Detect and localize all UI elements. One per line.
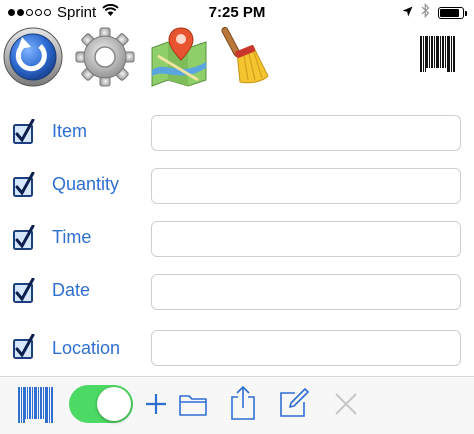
location-label: Location <box>52 338 121 358</box>
quantity-input[interactable] <box>151 168 461 204</box>
time-label: Time <box>52 227 92 247</box>
settings-button[interactable] <box>74 26 136 88</box>
map-button[interactable] <box>148 26 210 88</box>
form-row-time: Time <box>0 221 474 261</box>
folder-icon <box>179 395 207 416</box>
barcode-mode-button[interactable] <box>16 383 58 434</box>
edit-icon <box>280 388 309 417</box>
sync-icon <box>3 27 63 87</box>
bottom-toolbar <box>0 376 474 434</box>
bluetooth-icon <box>421 2 430 22</box>
date-label: Date <box>52 280 91 300</box>
mode-toggle-switch[interactable] <box>69 385 133 423</box>
quantity-checkbox[interactable] <box>13 171 35 197</box>
plus-icon <box>146 394 166 414</box>
checkbox-checked-icon <box>13 333 35 359</box>
item-checkbox[interactable] <box>13 118 35 144</box>
form-row-quantity: Quantity <box>0 168 474 208</box>
edit-button[interactable] <box>278 387 310 424</box>
sync-button[interactable] <box>2 26 64 88</box>
location-checkbox[interactable] <box>13 333 35 359</box>
date-input[interactable] <box>151 274 461 310</box>
time-checkbox[interactable] <box>13 224 35 250</box>
form-row-date: Date <box>0 274 474 314</box>
toggle-knob <box>97 387 131 421</box>
app-screen: Sprint 7:25 PM Item Quantity Time Date L… <box>0 0 474 434</box>
checkbox-checked-icon <box>13 277 35 303</box>
barcode-icon <box>420 36 455 73</box>
barcode-icon <box>18 387 53 424</box>
share-icon <box>231 385 255 420</box>
location-arrow-icon <box>402 4 413 21</box>
add-button[interactable] <box>143 390 169 423</box>
time-input[interactable] <box>151 221 461 257</box>
item-input[interactable] <box>151 115 461 151</box>
status-bar: Sprint 7:25 PM <box>0 0 474 26</box>
status-right <box>402 2 467 22</box>
battery-icon <box>438 6 467 19</box>
delete-button[interactable] <box>333 391 359 422</box>
quantity-label: Quantity <box>52 174 120 194</box>
top-toolbar <box>0 26 474 90</box>
close-icon <box>335 393 357 415</box>
checkbox-checked-icon <box>13 171 35 197</box>
form-row-item: Item <box>0 115 474 155</box>
broom-icon <box>221 27 269 84</box>
gear-icon <box>75 27 135 87</box>
scan-barcode-button[interactable] <box>412 26 462 88</box>
checkbox-checked-icon <box>13 224 35 250</box>
map-icon <box>151 27 207 87</box>
location-input[interactable] <box>151 330 461 366</box>
date-checkbox[interactable] <box>13 277 35 303</box>
item-label: Item <box>52 121 88 141</box>
checkbox-checked-icon <box>13 118 35 144</box>
battery-level <box>440 8 459 17</box>
share-button[interactable] <box>229 385 257 426</box>
form-row-location: Location <box>0 330 474 370</box>
open-folder-button[interactable] <box>178 390 208 423</box>
clear-button[interactable] <box>220 26 282 88</box>
